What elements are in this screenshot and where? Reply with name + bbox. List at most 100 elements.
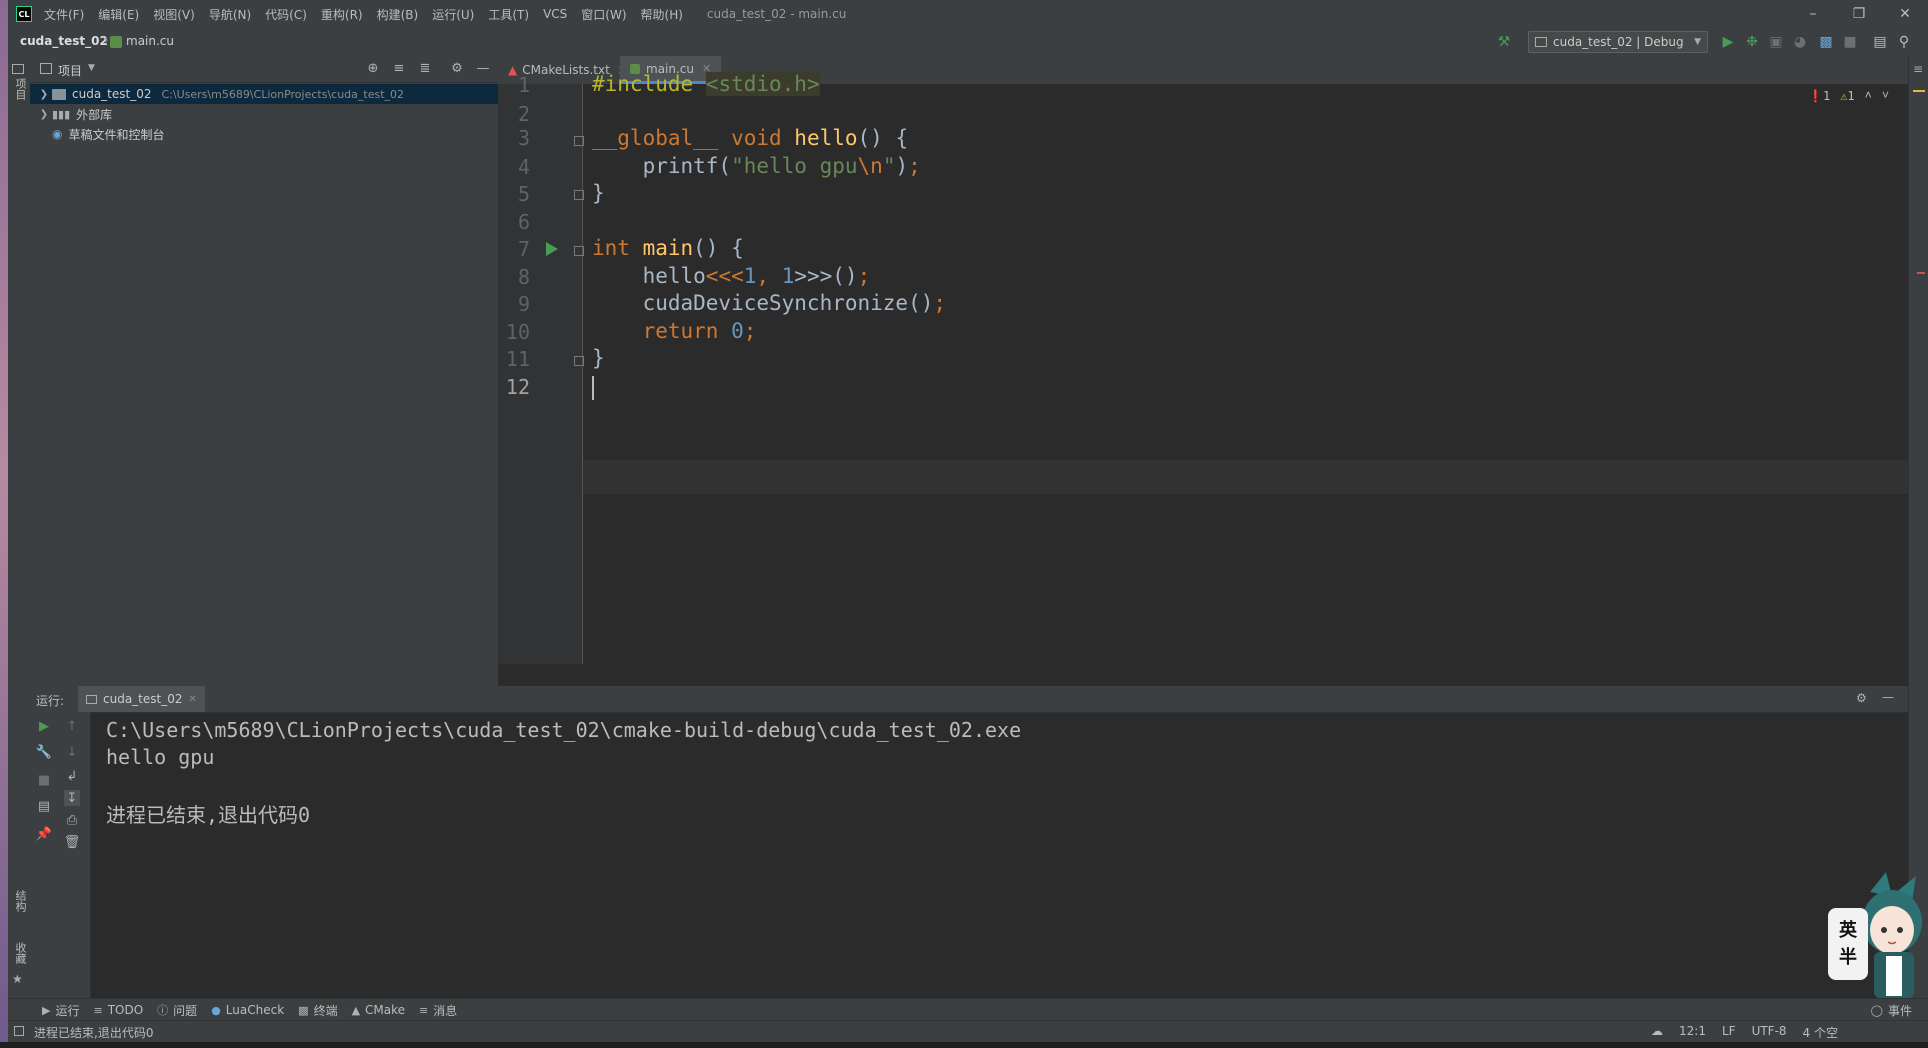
fold-icon[interactable] [574,246,584,256]
ime-indicator[interactable]: 英 半 [1828,908,1868,980]
line-number: 9 [517,292,530,316]
error-count[interactable]: ❗1 [1808,89,1830,103]
error-stripe-marker[interactable] [1917,272,1925,274]
tree-item-external-libraries[interactable]: ❯ ▮▮▮ 外部库 [30,104,498,124]
favorites-tool-tab[interactable]: 收藏 [12,942,28,964]
tool-problems[interactable]: ⓘ 问题 [157,1002,197,1019]
tool-luacheck[interactable]: ● LuaCheck [211,1003,284,1017]
arrow-down-icon[interactable]: ↓ [64,744,80,760]
layout-icon[interactable]: ▤ [1872,34,1888,50]
hide-panel-icon[interactable]: — [476,61,490,76]
chevron-down-icon[interactable]: ▼ [88,63,95,73]
arrow-up-icon[interactable]: ↑ [64,718,80,734]
menu-edit[interactable]: 编辑(E) [98,6,139,23]
status-bar: 进程已结束,退出代码0 ☁ 12:1 LF UTF-8 4 个空 [8,1020,1928,1043]
cmake-icon: ▲ [351,1003,361,1017]
menu-file[interactable]: 文件(F) [44,6,84,23]
gear-icon[interactable]: ⚙ [1856,691,1867,705]
context-icon[interactable]: ☁ [1651,1024,1663,1041]
tool-todo[interactable]: ≡ TODO [93,1003,143,1017]
hide-panel-icon[interactable]: — [1882,690,1894,704]
menu-navigate[interactable]: 导航(N) [209,6,251,23]
debug-icon[interactable]: ❉ [1744,34,1760,50]
line-number: 3 [517,126,530,150]
code-line-10: return 0; [642,319,757,343]
warning-stripe-marker[interactable] [1913,90,1925,92]
database-icon[interactable]: ≡ [1913,62,1923,76]
menu-build[interactable]: 构建(B) [377,6,419,23]
build-hammer-icon[interactable]: ⚒ [1496,34,1512,50]
breadcrumb-project[interactable]: cuda_test_02 [20,34,108,48]
profiler-icon[interactable]: ◕ [1792,34,1808,50]
gear-icon[interactable]: ⚙ [450,61,464,76]
close-button[interactable]: ✕ [1882,0,1928,28]
chevron-down-icon[interactable]: ˅ [1882,88,1889,103]
project-tool-icon[interactable] [12,64,24,74]
trash-icon[interactable]: 🗑 [64,834,81,850]
run-icon[interactable]: ▶ [1720,34,1736,50]
print-icon[interactable]: ⎙ [64,812,80,828]
line-number-current: 12 [505,375,530,399]
tool-run[interactable]: ▶ 运行 [42,1002,79,1019]
minimize-button[interactable]: – [1790,0,1836,28]
fold-end-icon[interactable] [574,356,584,366]
run-tab[interactable]: cuda_test_02 ✕ [78,686,205,712]
search-everywhere-icon[interactable]: ⚲ [1896,34,1912,50]
menu-code[interactable]: 代码(C) [265,6,307,23]
clion-logo-icon[interactable]: CL [16,6,32,22]
expand-all-icon[interactable]: ≡ [392,61,406,76]
warning-count[interactable]: ⚠1 [1840,89,1854,103]
pin-icon[interactable]: 📌 [36,826,52,842]
collapse-all-icon[interactable]: ≣ [418,61,432,76]
tool-terminal[interactable]: ▩ 终端 [298,1002,337,1019]
chevron-right-icon[interactable]: ❯ [36,89,52,100]
breadcrumb-file[interactable]: main.cu [126,34,174,48]
line-separator[interactable]: LF [1722,1024,1736,1041]
code-line-7: int main() { [592,236,744,260]
soft-wrap-icon[interactable]: ↲ [64,768,80,784]
tool-messages[interactable]: ≡ 消息 [419,1002,457,1019]
stop-icon[interactable]: ■ [1842,34,1858,50]
attach-icon[interactable]: ▩ [1818,34,1834,50]
locate-icon[interactable]: ⊕ [366,61,380,76]
menu-tools[interactable]: 工具(T) [488,6,529,23]
chevron-up-icon[interactable]: ˄ [1865,88,1872,103]
layout-icon[interactable]: ▤ [36,798,52,814]
project-tool-tab[interactable]: 项目 [12,78,28,100]
tool-cmake[interactable]: ▲ CMake [352,1003,405,1017]
tree-item-scratches[interactable]: ◉ 草稿文件和控制台 [30,124,498,144]
list-icon: ≡ [93,1003,103,1017]
code-editor[interactable]: 1 2 3 4 5 6 7 8 9 10 11 12 ❗1 ⚠1 ˄ ˅ #in… [498,72,1908,664]
structure-tool-tab[interactable]: 结构 [12,890,28,912]
error-icon: ❗ [1808,88,1823,103]
status-message[interactable]: 进程已结束,退出代码0 [34,1024,153,1041]
tool-event-log[interactable]: ◯ 事件 [1871,1002,1912,1019]
project-panel-title[interactable]: 项目 [58,62,82,79]
config-icon [1535,37,1547,47]
run-configuration-select[interactable]: cuda_test_02 | Debug ▼ [1528,31,1708,53]
caret-position[interactable]: 12:1 [1679,1024,1706,1041]
run-gutter-icon[interactable] [546,242,558,256]
fold-end-icon[interactable] [574,190,584,200]
menu-refactor[interactable]: 重构(R) [321,6,363,23]
menu-vcs[interactable]: VCS [543,7,567,21]
scroll-to-end-icon[interactable]: ↧ [64,790,80,806]
fold-icon[interactable] [574,136,584,146]
close-icon[interactable]: ✕ [189,694,197,705]
chevron-right-icon[interactable]: ❯ [36,109,52,120]
restore-button[interactable]: ❐ [1836,0,1882,28]
star-icon[interactable]: ★ [12,972,23,986]
coverage-icon[interactable]: ▣ [1768,34,1784,50]
file-encoding[interactable]: UTF-8 [1752,1024,1787,1041]
menu-view[interactable]: 视图(V) [153,6,195,23]
indent-setting[interactable]: 4 个空 [1803,1024,1838,1041]
toggle-tool-windows-icon[interactable] [14,1026,24,1036]
inspection-widget[interactable]: ❗1 ⚠1 ˄ ˅ [1808,88,1889,103]
stop-icon[interactable]: ■ [36,772,52,788]
menu-help[interactable]: 帮助(H) [641,6,683,23]
menu-window[interactable]: 窗口(W) [581,6,626,23]
rerun-icon[interactable]: ▶ [36,718,52,734]
tree-item-project[interactable]: ❯ cuda_test_02 C:\Users\m5689\CLionProje… [30,84,498,104]
menu-run[interactable]: 运行(U) [432,6,474,23]
wrench-icon[interactable]: 🔧 [36,744,52,760]
